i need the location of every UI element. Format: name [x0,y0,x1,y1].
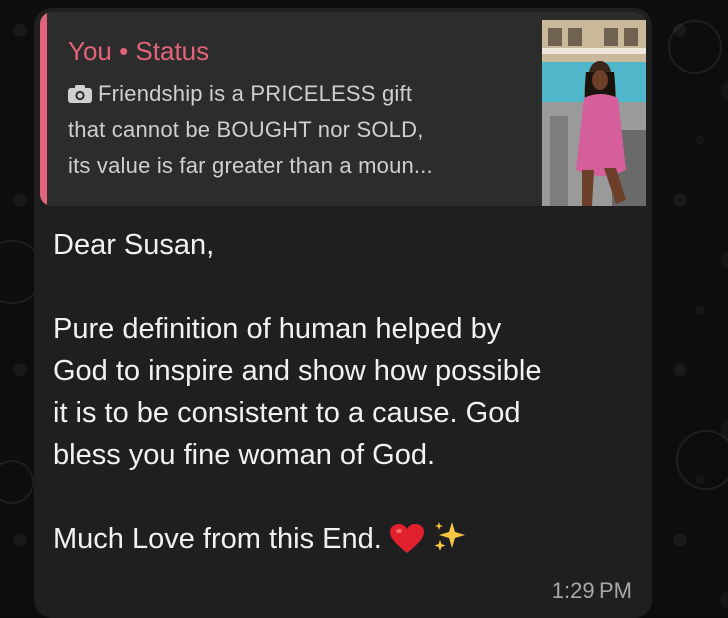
wallpaper-doodle-2 [668,20,722,74]
quote-text: Friendship is a PRICELESS gift that cann… [68,76,528,184]
status-thumbnail[interactable] [542,20,646,206]
quote-line-3: its value is far greater than a moun... [68,153,433,178]
message-timestamp: 1:29 PM [551,578,632,603]
wallpaper-doodle-4 [0,460,34,504]
message-text: Dear Susan, Pure definition of human hel… [53,224,633,566]
message-body: Pure definition of human helped by God t… [53,313,542,471]
message-closing: Much Love from this End. [53,523,382,555]
red-heart-icon [389,524,424,566]
message-closing-line: Much Love from this End. [53,518,633,566]
camera-icon [68,85,92,103]
wallpaper-doodle-3 [676,430,728,490]
quote-line-2: that cannot be BOUGHT nor SOLD, [68,117,424,142]
status-thumbnail-image [542,20,646,206]
message-greeting: Dear Susan, [53,229,215,261]
quote-accent-bar [40,12,47,206]
quote-title: You • Status [68,36,210,66]
quote-line-1: Friendship is a PRICELESS gift [68,76,528,112]
sparkles-icon [432,520,468,566]
quote-line-1-text: Friendship is a PRICELESS gift [98,81,413,106]
